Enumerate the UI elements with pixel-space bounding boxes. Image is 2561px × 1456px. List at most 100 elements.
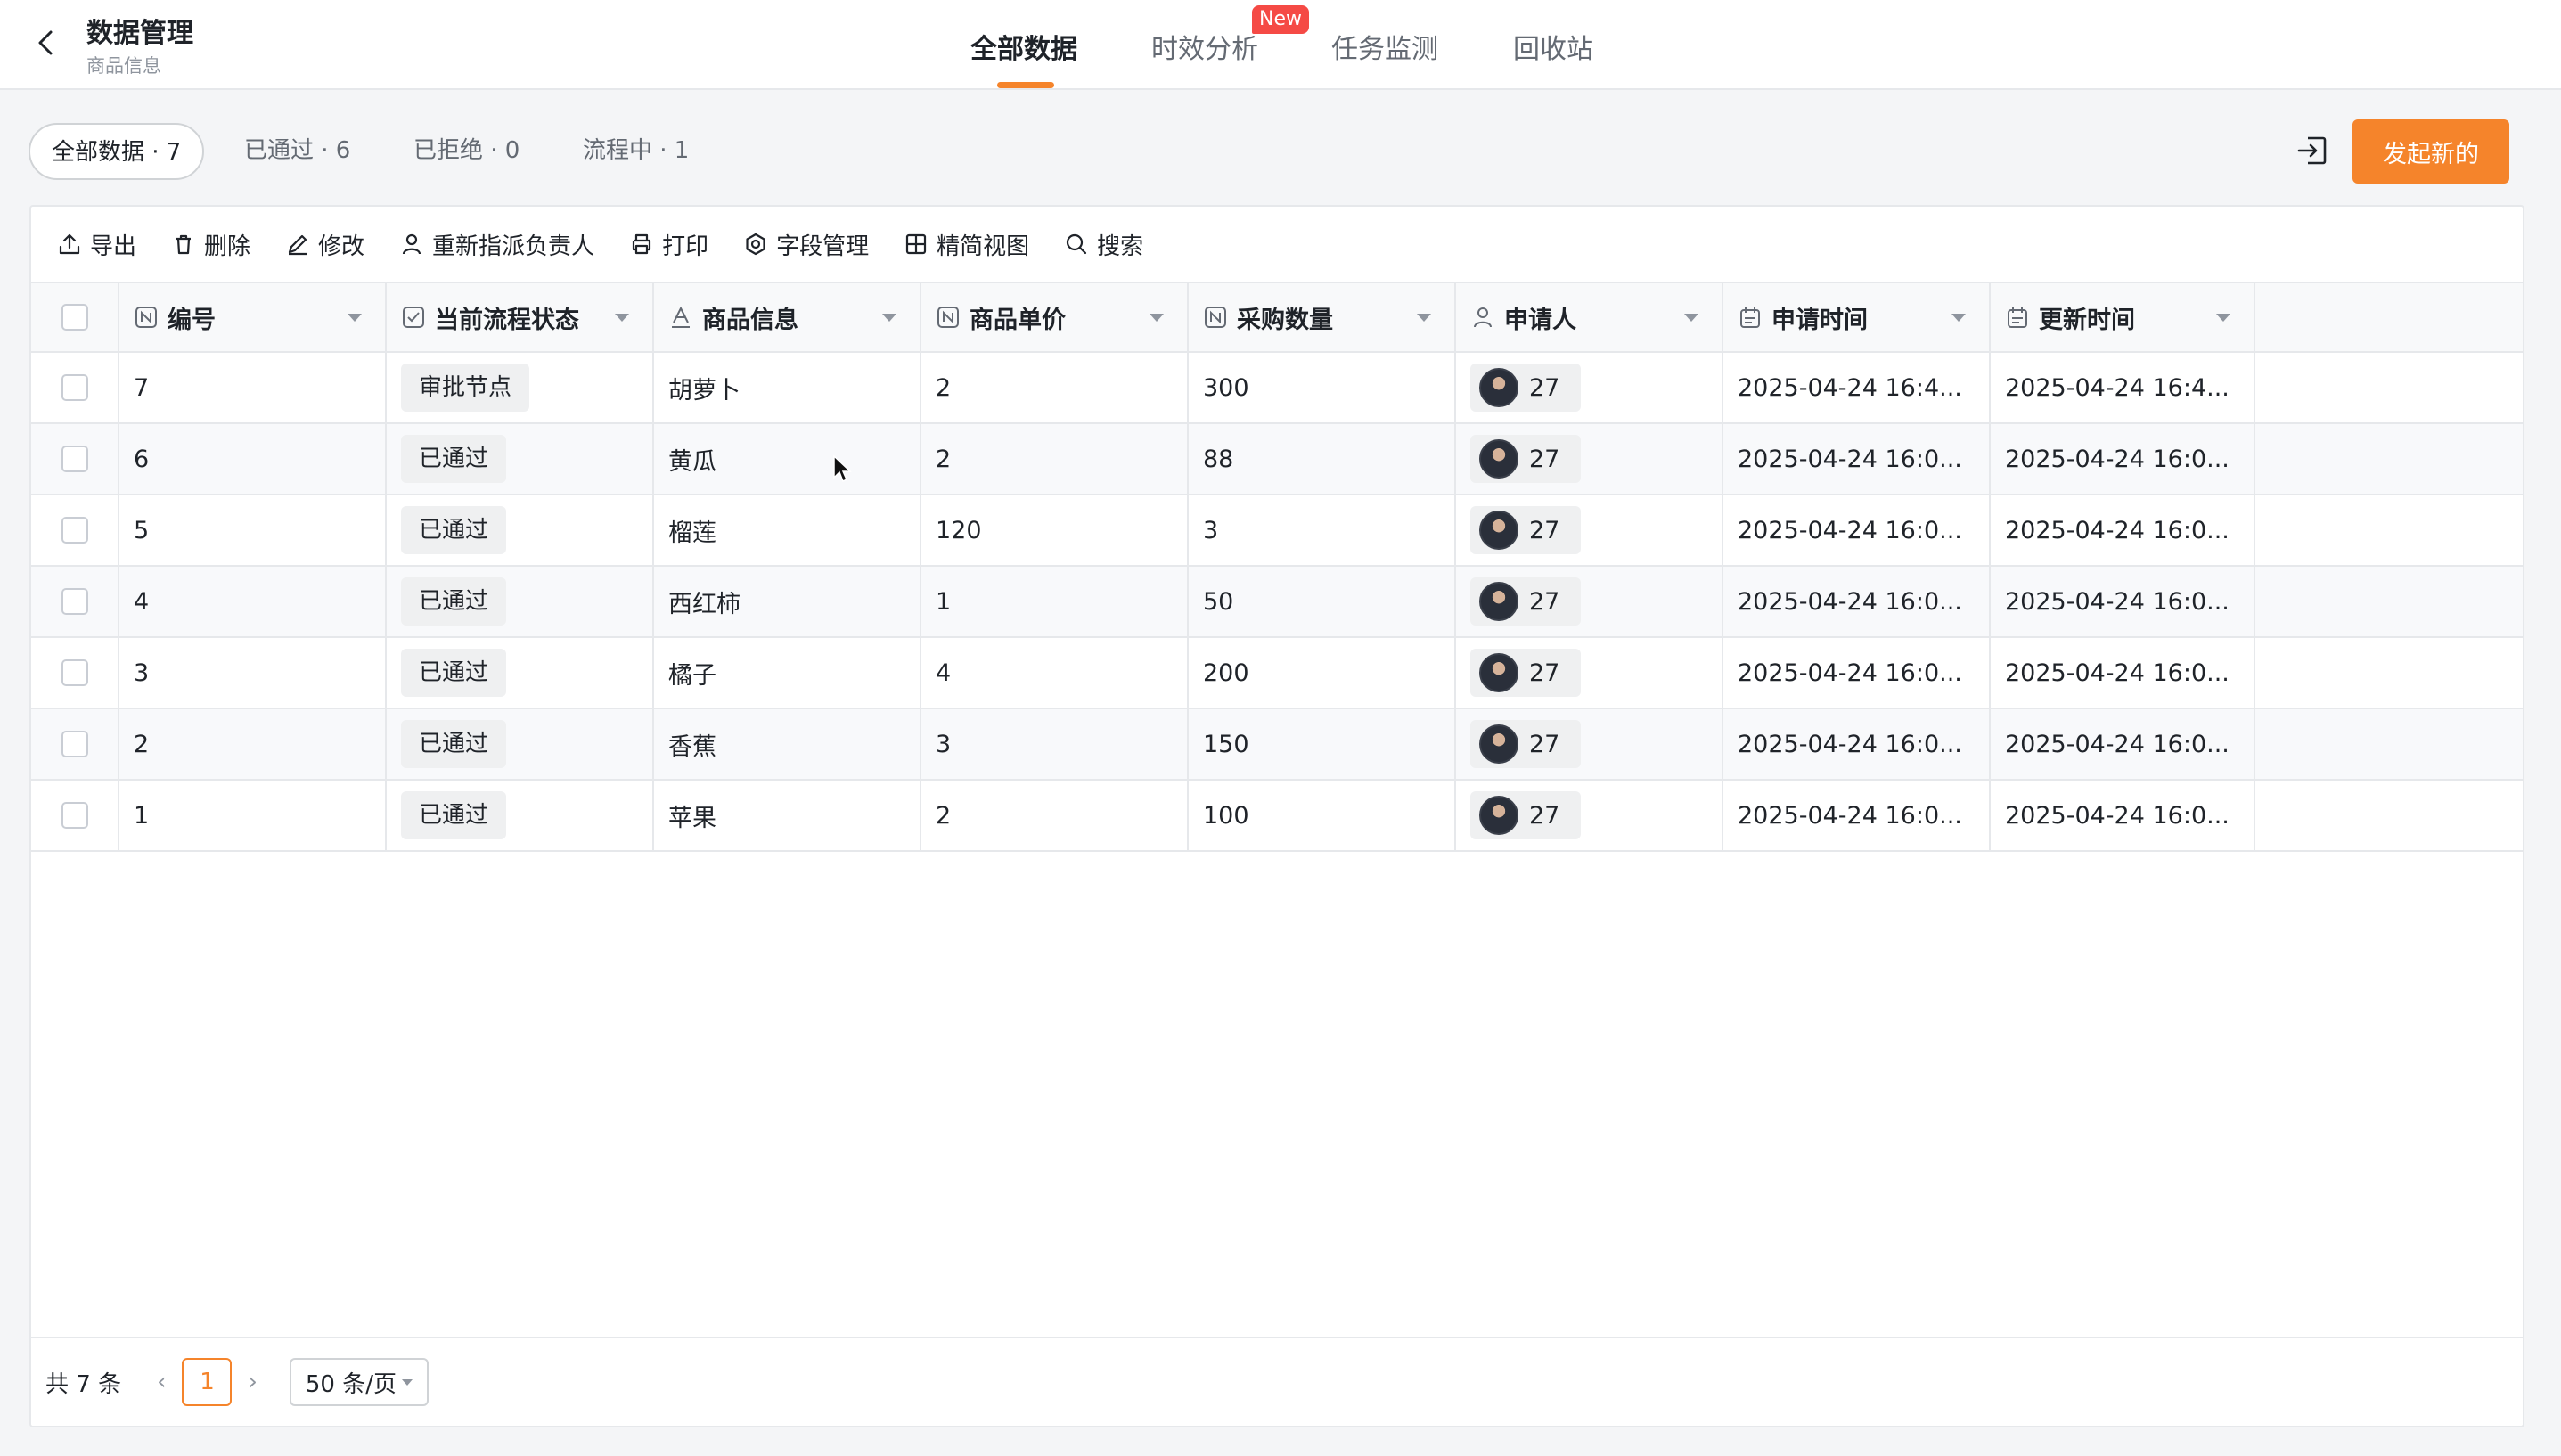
tab-recycle-bin[interactable]: 回收站	[1513, 27, 1593, 66]
cell-updated-time[interactable]: 2025-04-24 16:4...	[1991, 353, 2255, 422]
cell-status[interactable]: 审批节点	[387, 353, 654, 422]
sort-caret-icon[interactable]	[1417, 314, 1431, 322]
create-new-button[interactable]: 发起新的	[2352, 119, 2509, 184]
column-header-applied-time[interactable]: 申请时间	[1723, 283, 1991, 351]
table-row[interactable]: 5 已通过 榴莲 120 3 27 2025-04-24 16:0... 2025-04-24…	[31, 495, 2523, 567]
filter-rejected[interactable]: 已拒绝 · 0	[413, 123, 520, 180]
cell-quantity[interactable]: 88	[1189, 424, 1456, 494]
cell-price[interactable]: 120	[921, 495, 1189, 565]
table-row[interactable]: 2 已通过 香蕉 3 150 27 2025-04-24 16:0... 2025-04-24…	[31, 709, 2523, 781]
cell-price[interactable]: 2	[921, 353, 1189, 422]
cell-product[interactable]: 榴莲	[654, 495, 921, 565]
cell-updated-time[interactable]: 2025-04-24 16:0...	[1991, 638, 2255, 708]
row-checkbox[interactable]	[61, 802, 88, 829]
user-chip[interactable]: 27	[1470, 577, 1582, 626]
sort-caret-icon[interactable]	[348, 314, 362, 322]
cell-status[interactable]: 已通过	[387, 495, 654, 565]
cell-product[interactable]: 橘子	[654, 638, 921, 708]
filter-all[interactable]: 全部数据 · 7	[29, 123, 205, 180]
export-button[interactable]: 导出	[56, 228, 136, 261]
row-checkbox[interactable]	[61, 659, 88, 686]
exit-button[interactable]	[2294, 132, 2331, 169]
cell-updated-time[interactable]: 2025-04-24 16:0...	[1991, 424, 2255, 494]
cell-product[interactable]: 黄瓜	[654, 424, 921, 494]
cell-applied-time[interactable]: 2025-04-24 16:4...	[1723, 353, 1991, 422]
column-header-id[interactable]: 编号	[119, 283, 387, 351]
print-button[interactable]: 打印	[628, 228, 708, 261]
table-row[interactable]: 3 已通过 橘子 4 200 27 2025-04-24 16:0... 2025-04-24…	[31, 638, 2523, 709]
page-size-select[interactable]: 50 条/页	[289, 1358, 429, 1406]
user-chip[interactable]: 27	[1470, 364, 1582, 412]
sort-caret-icon[interactable]	[1150, 314, 1164, 322]
column-header-applicant[interactable]: 申请人	[1456, 283, 1723, 351]
cell-applicant[interactable]: 27	[1456, 424, 1723, 494]
cell-id[interactable]: 2	[119, 709, 387, 779]
prev-page-icon[interactable]: ‹	[157, 1369, 166, 1395]
next-page-icon[interactable]: ›	[248, 1369, 257, 1395]
cell-applicant[interactable]: 27	[1456, 638, 1723, 708]
cell-id[interactable]: 1	[119, 781, 387, 850]
cell-price[interactable]: 3	[921, 709, 1189, 779]
row-checkbox[interactable]	[61, 588, 88, 615]
cell-price[interactable]: 1	[921, 567, 1189, 636]
field-management-button[interactable]: 字段管理	[742, 228, 869, 261]
search-button[interactable]: 搜索	[1063, 228, 1143, 261]
cell-quantity[interactable]: 150	[1189, 709, 1456, 779]
select-all-checkbox[interactable]	[61, 304, 88, 331]
cell-product[interactable]: 西红柿	[654, 567, 921, 636]
table-row[interactable]: 6 已通过 黄瓜 2 88 27 2025-04-24 16:0... 2025-04-24 …	[31, 424, 2523, 495]
cell-applicant[interactable]: 27	[1456, 709, 1723, 779]
compact-view-button[interactable]: 精简视图	[903, 228, 1029, 261]
row-checkbox[interactable]	[61, 446, 88, 472]
back-button[interactable]	[27, 23, 66, 62]
filter-in-progress[interactable]: 流程中 · 1	[583, 123, 689, 180]
sort-caret-icon[interactable]	[615, 314, 629, 322]
reassign-button[interactable]: 重新指派负责人	[398, 228, 594, 261]
user-chip[interactable]: 27	[1470, 791, 1582, 839]
cell-quantity[interactable]: 50	[1189, 567, 1456, 636]
cell-product[interactable]: 香蕉	[654, 709, 921, 779]
user-chip[interactable]: 27	[1470, 649, 1582, 697]
cell-applied-time[interactable]: 2025-04-24 16:0...	[1723, 781, 1991, 850]
cell-product[interactable]: 苹果	[654, 781, 921, 850]
cell-product[interactable]: 胡萝卜	[654, 353, 921, 422]
cell-applicant[interactable]: 27	[1456, 353, 1723, 422]
cell-applicant[interactable]: 27	[1456, 567, 1723, 636]
edit-button[interactable]: 修改	[284, 228, 364, 261]
cell-quantity[interactable]: 100	[1189, 781, 1456, 850]
cell-updated-time[interactable]: 2025-04-24 16:0...	[1991, 495, 2255, 565]
cell-applied-time[interactable]: 2025-04-24 16:0...	[1723, 638, 1991, 708]
column-header-status[interactable]: 当前流程状态	[387, 283, 654, 351]
table-row[interactable]: 4 已通过 西红柿 1 50 27 2025-04-24 16:0... 2025-04-24…	[31, 567, 2523, 638]
cell-updated-time[interactable]: 2025-04-24 16:0...	[1991, 781, 2255, 850]
cell-updated-time[interactable]: 2025-04-24 16:0...	[1991, 709, 2255, 779]
cell-status[interactable]: 已通过	[387, 709, 654, 779]
sort-caret-icon[interactable]	[1684, 314, 1698, 322]
tab-task-monitor[interactable]: 任务监测	[1331, 27, 1438, 66]
cell-applied-time[interactable]: 2025-04-24 16:0...	[1723, 567, 1991, 636]
cell-id[interactable]: 3	[119, 638, 387, 708]
cell-price[interactable]: 2	[921, 781, 1189, 850]
cell-quantity[interactable]: 3	[1189, 495, 1456, 565]
table-row[interactable]: 7 审批节点 胡萝卜 2 300 27 2025-04-24 16:4... 2025-04-…	[31, 353, 2523, 424]
cell-id[interactable]: 7	[119, 353, 387, 422]
row-checkbox[interactable]	[61, 517, 88, 544]
column-header-quantity[interactable]: 采购数量	[1189, 283, 1456, 351]
cell-quantity[interactable]: 300	[1189, 353, 1456, 422]
cell-updated-time[interactable]: 2025-04-24 16:0...	[1991, 567, 2255, 636]
filter-approved[interactable]: 已通过 · 6	[244, 123, 350, 180]
page-number-button[interactable]: 1	[182, 1358, 233, 1406]
cell-applied-time[interactable]: 2025-04-24 16:0...	[1723, 495, 1991, 565]
cell-price[interactable]: 4	[921, 638, 1189, 708]
user-chip[interactable]: 27	[1470, 435, 1582, 483]
cell-id[interactable]: 6	[119, 424, 387, 494]
cell-id[interactable]: 5	[119, 495, 387, 565]
user-chip[interactable]: 27	[1470, 720, 1582, 768]
tab-timeliness-analysis[interactable]: 时效分析	[1151, 27, 1258, 66]
user-chip[interactable]: 27	[1470, 506, 1582, 554]
cell-status[interactable]: 已通过	[387, 781, 654, 850]
table-row[interactable]: 1 已通过 苹果 2 100 27 2025-04-24 16:0... 2025-04-24…	[31, 781, 2523, 852]
column-header-price[interactable]: 商品单价	[921, 283, 1189, 351]
cell-applied-time[interactable]: 2025-04-24 16:0...	[1723, 424, 1991, 494]
sort-caret-icon[interactable]	[2216, 314, 2230, 322]
